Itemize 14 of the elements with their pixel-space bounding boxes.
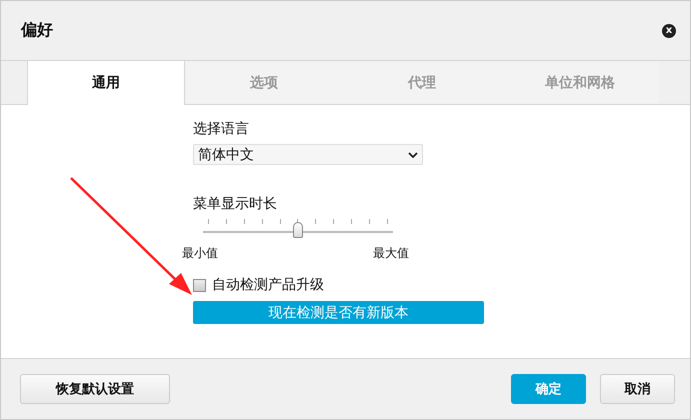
slider-thumb[interactable] — [293, 222, 303, 238]
window-title: 偏好 — [21, 20, 53, 41]
checkbox-label: 自动检测产品升级 — [212, 276, 324, 294]
checkbox[interactable] — [193, 278, 206, 292]
max-label: 最大值 — [373, 245, 409, 262]
tab[interactable]: 通用 — [27, 61, 185, 105]
cancel-button[interactable]: 取消 — [600, 374, 675, 404]
min-label: 最小值 — [182, 245, 218, 262]
restore-defaults-button[interactable]: 恢复默认设置 — [20, 374, 170, 404]
close-button[interactable]: x — [662, 24, 676, 38]
caret-icon — [408, 152, 418, 158]
field-label: 选择语言 — [193, 120, 249, 138]
language-dropdown[interactable]: 简体中文 — [193, 144, 423, 165]
field-label: 菜单显示时长 — [193, 195, 277, 213]
